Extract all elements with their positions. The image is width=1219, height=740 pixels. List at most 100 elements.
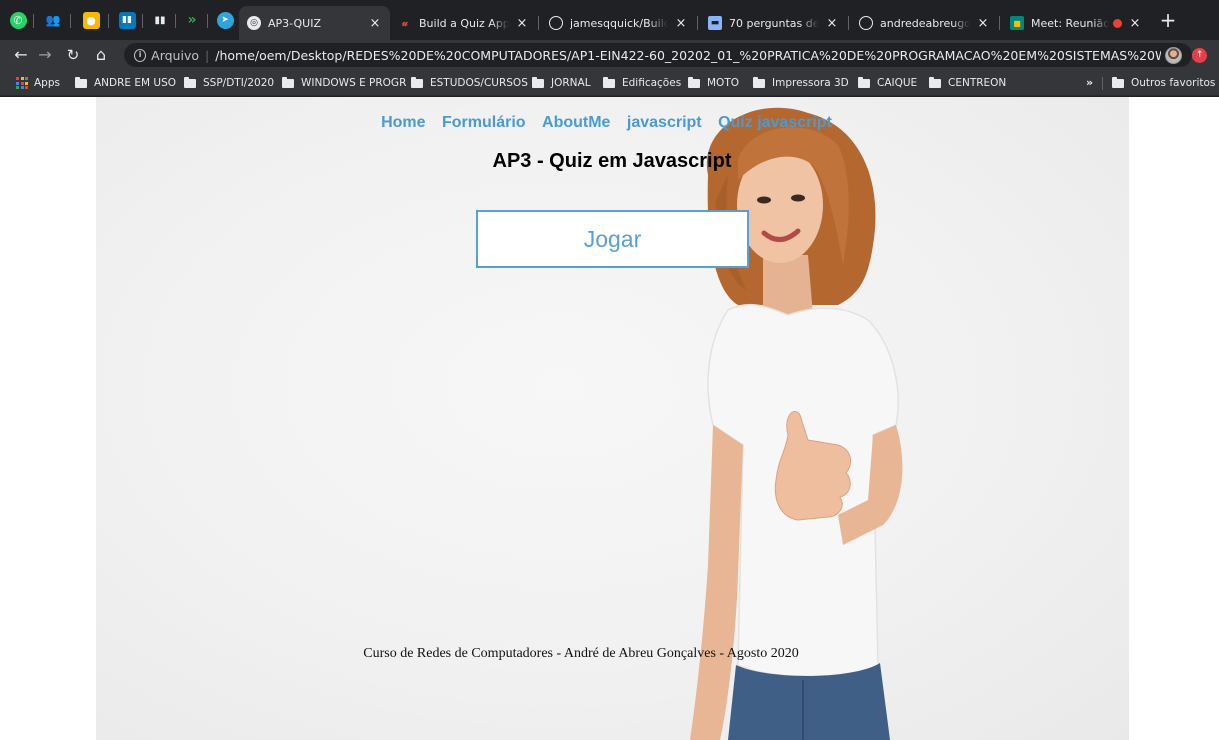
- tab-separator: [108, 14, 109, 28]
- globe-icon: ◎: [247, 16, 261, 30]
- bookmarks-bar: Apps ANDRE EM USO SSP/DTI/2020 WINDOWS E…: [0, 70, 1219, 96]
- info-icon[interactable]: i: [134, 48, 147, 62]
- pinned-tab-telegram[interactable]: ➤: [211, 0, 239, 40]
- folder-icon: [282, 76, 294, 88]
- play-button[interactable]: Jogar: [476, 210, 749, 268]
- folder-icon: [858, 76, 870, 88]
- bookmark-folder[interactable]: ESTUDOS/CURSOS: [411, 70, 528, 96]
- nav-link-home[interactable]: Home: [381, 114, 425, 131]
- tab-separator: [70, 14, 71, 28]
- new-tab-button[interactable]: +: [1156, 8, 1180, 32]
- tab-title: AP3-QUIZ: [268, 16, 322, 30]
- address-url[interactable]: /home/oem/Desktop/REDES%20DE%20COMPUTADO…: [215, 48, 1161, 63]
- tab-title: jamesqquick/Build-A: [570, 16, 668, 30]
- tab-build-quiz[interactable]: 𝓊 Build a Quiz App with ×: [390, 6, 537, 40]
- bookmarks-overflow-button[interactable]: »: [1086, 70, 1093, 96]
- tab-github-repo[interactable]: jamesqquick/Build-A ×: [541, 6, 696, 40]
- bookmark-apps[interactable]: Apps: [16, 70, 60, 96]
- bookmark-label: Outros favoritos: [1131, 77, 1216, 89]
- address-divider: |: [205, 47, 210, 63]
- bookmark-label: CAIQUE: [877, 77, 918, 89]
- folder-icon: [532, 76, 544, 88]
- bookmark-folder[interactable]: ANDRE EM USO: [75, 70, 176, 96]
- close-icon[interactable]: ×: [1128, 16, 1142, 31]
- tab-github-profile[interactable]: andredeabreugonca ×: [851, 6, 998, 40]
- bookmark-folder[interactable]: Edificações: [603, 70, 681, 96]
- close-icon[interactable]: ×: [515, 16, 529, 31]
- avatar[interactable]: [1165, 47, 1182, 64]
- bookmark-label: SSP/DTI/2020: [203, 77, 275, 89]
- nav-link-formulario[interactable]: Formulário: [442, 114, 526, 131]
- board-icon: ▮▮: [154, 14, 166, 26]
- nav-link-quiz-javascript[interactable]: Quiz javascript: [718, 114, 832, 131]
- github-icon: [859, 16, 873, 30]
- pinned-tab-whatsapp[interactable]: ✆: [4, 0, 32, 40]
- tab-ap3-quiz[interactable]: ◎ AP3-QUIZ ×: [239, 6, 390, 40]
- page-footer: Curso de Redes de Computadores - André d…: [363, 646, 799, 661]
- bookmark-folder[interactable]: JORNAL: [532, 70, 591, 96]
- bookmark-folder[interactable]: MOTO: [688, 70, 739, 96]
- bookmark-label: ANDRE EM USO: [94, 77, 177, 89]
- close-icon[interactable]: ×: [674, 16, 688, 31]
- update-icon[interactable]: ↑: [1192, 48, 1207, 63]
- bookmark-label: Impressora 3D: [772, 77, 849, 89]
- tab-title: andredeabreugonca: [880, 16, 970, 30]
- close-icon[interactable]: ×: [976, 16, 990, 31]
- tab-perguntas[interactable]: ▬ 70 perguntas de con ×: [700, 6, 847, 40]
- keep-notes-icon: ●: [82, 11, 100, 29]
- nav-link-javascript[interactable]: javascript: [627, 114, 702, 131]
- bookmark-separator: [1102, 77, 1103, 90]
- github-icon: [549, 16, 563, 30]
- address-bar[interactable]: i Arquivo | /home/oem/Desktop/REDES%20DE…: [124, 43, 1192, 67]
- forward-arrow-icon[interactable]: →: [34, 43, 56, 67]
- folder-icon: [411, 76, 423, 88]
- tab-separator: [999, 16, 1000, 30]
- tab-separator: [33, 14, 34, 28]
- tab-separator: [142, 14, 143, 28]
- close-icon[interactable]: ×: [368, 16, 382, 31]
- logo-icon: 𝓊: [402, 17, 408, 29]
- whatsapp-icon: ✆: [9, 11, 27, 29]
- bookmark-folder[interactable]: CAIQUE: [858, 70, 917, 96]
- bookmark-folder[interactable]: WINDOWS E PROGR: [282, 70, 406, 96]
- page-background: [96, 97, 1129, 740]
- reload-icon[interactable]: ↻: [62, 43, 84, 67]
- tab-title: 70 perguntas de con: [729, 16, 819, 30]
- apps-grid-icon: [16, 77, 28, 89]
- bookmark-other-favorites[interactable]: Outros favoritos: [1112, 70, 1215, 96]
- tab-separator: [697, 16, 698, 30]
- bookmark-folder[interactable]: CENTREON: [929, 70, 1006, 96]
- tab-separator: [175, 14, 176, 28]
- pinned-tab-keep[interactable]: ●: [77, 0, 105, 40]
- bookmark-label: JORNAL: [551, 77, 591, 89]
- bookmark-folder[interactable]: Impressora 3D: [753, 70, 849, 96]
- meet-icon: ■: [1010, 16, 1024, 30]
- bookmark-label: MOTO: [707, 77, 740, 89]
- bookmark-label: WINDOWS E PROGR: [301, 77, 407, 89]
- tab-strip: ✆ 👥 ● ▮▮ ▮▮ » ➤ ◎ AP3-QUIZ × 𝓊 Build a Q…: [0, 0, 1219, 40]
- back-arrow-icon[interactable]: ←: [10, 43, 32, 67]
- tab-title: Meet: Reunião Ir: [1031, 16, 1109, 30]
- recording-icon: [1113, 18, 1122, 28]
- bookmark-label: Edificações: [622, 77, 682, 89]
- home-icon[interactable]: ⌂: [90, 43, 112, 67]
- pinned-tab-trello[interactable]: ▮▮: [113, 0, 141, 40]
- folder-icon: [75, 76, 87, 88]
- double-chevron-icon: »: [187, 12, 197, 28]
- pinned-tab-board[interactable]: ▮▮: [146, 0, 174, 40]
- tab-separator: [207, 14, 208, 28]
- folder-icon: [929, 76, 941, 88]
- address-scheme: Arquivo: [151, 47, 200, 63]
- pinned-tab-contacts[interactable]: 👥: [39, 0, 67, 40]
- pinned-tab-forward[interactable]: »: [178, 0, 206, 40]
- telegram-icon: ➤: [216, 11, 234, 29]
- folder-icon: [184, 76, 196, 88]
- bookmark-label: Apps: [34, 77, 60, 89]
- tab-meet[interactable]: ■ Meet: Reunião Ir ×: [1002, 6, 1150, 40]
- bookmark-folder[interactable]: SSP/DTI/2020: [184, 70, 274, 96]
- tab-separator: [848, 16, 849, 30]
- people-icon: 👥: [45, 13, 61, 27]
- close-icon[interactable]: ×: [825, 16, 839, 31]
- tab-title: Build a Quiz App with: [419, 16, 509, 30]
- nav-link-aboutme[interactable]: AboutMe: [542, 114, 610, 131]
